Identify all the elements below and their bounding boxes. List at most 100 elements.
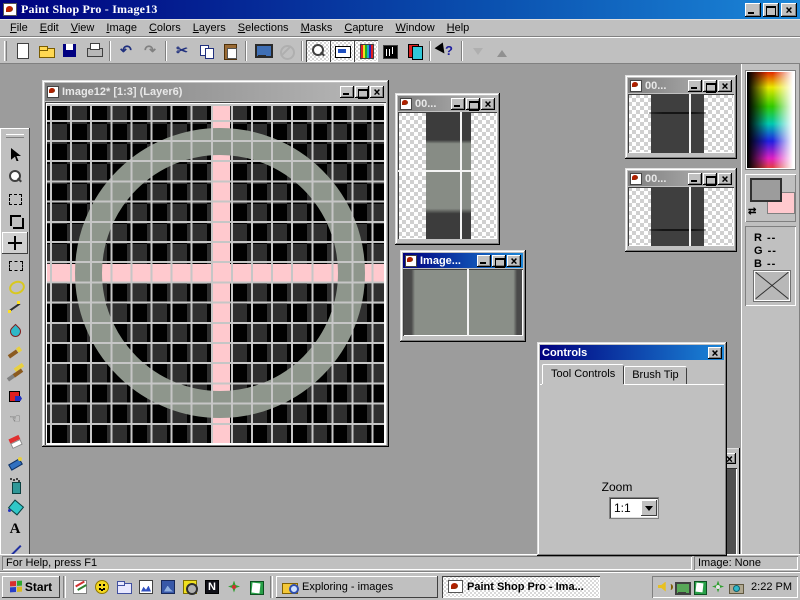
menu-view[interactable]: View [65,20,101,36]
thumb3-title-bar[interactable]: 00... [628,171,734,186]
start-button[interactable]: Start [2,576,60,598]
color-palette-toggle-button[interactable] [354,40,378,62]
quick-launch-notes[interactable] [70,577,90,597]
zoom-toggle-button[interactable] [306,40,330,62]
menu-image[interactable]: Image [100,20,143,36]
new-button[interactable] [10,40,34,62]
controls-title-bar[interactable]: Controls [540,345,724,360]
image13-canvas[interactable] [403,269,523,336]
tool-dropper[interactable] [2,320,28,342]
color-picker[interactable] [747,72,794,168]
quick-launch-wheel[interactable] [180,577,200,597]
zoom-dropdown[interactable]: 1:1 [610,498,658,518]
thumb2-canvas[interactable] [628,94,734,153]
tool-arrow[interactable] [2,144,28,166]
tool-picture-tube[interactable] [2,452,28,474]
thumb1-close-button[interactable] [481,98,495,110]
context-help-button[interactable] [434,40,458,62]
thumb-window-3[interactable]: 00... [625,168,737,252]
menu-window[interactable]: Window [390,20,441,36]
quick-launch-plugin[interactable] [224,577,244,597]
tab-brush-tip[interactable]: Brush Tip [624,366,686,384]
swap-colors-icon[interactable]: ⇄ [748,206,756,217]
image12-canvas-area[interactable] [45,102,386,445]
app-close-button[interactable] [781,3,797,17]
thumb3-close-button[interactable] [718,173,732,185]
redo-button[interactable]: ↷ [138,40,162,62]
quick-launch-netscape[interactable] [202,577,222,597]
tray-camera-icon[interactable] [728,579,744,595]
tool-flood-fill[interactable] [2,496,28,518]
image13-window[interactable]: Image... [400,250,526,342]
image12-window[interactable]: Image12* [1:3] (Layer6) [42,80,389,447]
tool-eraser[interactable] [2,430,28,452]
thumb1-minimize-button[interactable] [451,98,465,110]
tray-display-icon[interactable] [674,579,690,595]
tray-volume-icon[interactable] [656,579,672,595]
image12-close-button[interactable] [370,86,384,98]
tool-color-replacer[interactable] [2,386,28,408]
print-button[interactable] [82,40,106,62]
thumb1-title-bar[interactable]: 00... [398,96,497,111]
quick-launch-smiley[interactable] [92,577,112,597]
menu-masks[interactable]: Masks [295,20,339,36]
paste-button[interactable] [218,40,242,62]
undo-button[interactable]: ↶ [114,40,138,62]
thumb3-minimize-button[interactable] [688,173,702,185]
thumb3-maximize-button[interactable] [703,173,717,185]
quick-launch-picture[interactable] [158,577,178,597]
image13-minimize-button[interactable] [477,255,491,267]
image12-canvas[interactable] [47,104,384,443]
image12-minimize-button[interactable] [340,86,354,98]
task-button-paint-shop-pro[interactable]: Paint Shop Pro - Ima... [442,576,600,598]
image13-close-button[interactable] [507,255,521,267]
copy-button[interactable] [194,40,218,62]
normal-viewing-button[interactable] [274,40,298,62]
controls-palette[interactable]: Controls Tool Controls Brush Tip Zoom 1:… [537,342,727,556]
thumb3-canvas[interactable] [628,187,734,246]
menu-layers[interactable]: Layers [187,20,232,36]
image13-title-bar[interactable]: Image... [403,253,523,268]
thumb2-title-bar[interactable]: 00... [628,78,734,93]
menu-selections[interactable]: Selections [232,20,295,36]
layer-palette-toggle-button[interactable] [402,40,426,62]
arrow-down-button[interactable] [466,40,490,62]
tool-clone-brush[interactable] [2,364,28,386]
save-button[interactable] [58,40,82,62]
menu-edit[interactable]: Edit [34,20,65,36]
tray-schedule-icon[interactable] [692,579,708,595]
quick-launch-folder[interactable] [114,577,134,597]
menu-file[interactable]: File [4,20,34,36]
tool-text[interactable]: A [2,518,28,540]
tool-mover[interactable] [2,232,28,254]
task-button-exploring[interactable]: Exploring - images [276,576,438,598]
open-button[interactable] [34,40,58,62]
thumb1-maximize-button[interactable] [466,98,480,110]
app-minimize-button[interactable] [745,3,761,17]
tool-deformation[interactable] [2,188,28,210]
cut-button[interactable]: ✂ [170,40,194,62]
menu-colors[interactable]: Colors [143,20,187,36]
app-restore-button[interactable] [763,3,779,17]
tool-selection[interactable] [2,254,28,276]
full-screen-preview-button[interactable] [250,40,274,62]
toolbar-grip[interactable] [4,41,7,61]
tool-magic-wand[interactable] [2,298,28,320]
image12-maximize-button[interactable] [355,86,369,98]
thumb2-maximize-button[interactable] [703,80,717,92]
tool-airbrush[interactable] [2,474,28,496]
tool-crop[interactable] [2,210,28,232]
thumb1-canvas[interactable] [398,112,497,239]
controls-close-button[interactable] [708,347,722,359]
tool-retouch[interactable]: ☜ [2,408,28,430]
tray-scanner-icon[interactable] [710,579,726,595]
menu-capture[interactable]: Capture [338,20,389,36]
tool-controls-toggle-button[interactable] [330,40,354,62]
image12-title-bar[interactable]: Image12* [1:3] (Layer6) [45,83,386,101]
quick-launch-chart[interactable] [136,577,156,597]
histogram-toggle-button[interactable] [378,40,402,62]
zoom-dropdown-arrow[interactable] [641,500,657,516]
tool-palette-grip[interactable] [6,134,24,138]
thumb-window-2[interactable]: 00... [625,75,737,159]
foreground-color-swatch[interactable] [750,178,782,202]
